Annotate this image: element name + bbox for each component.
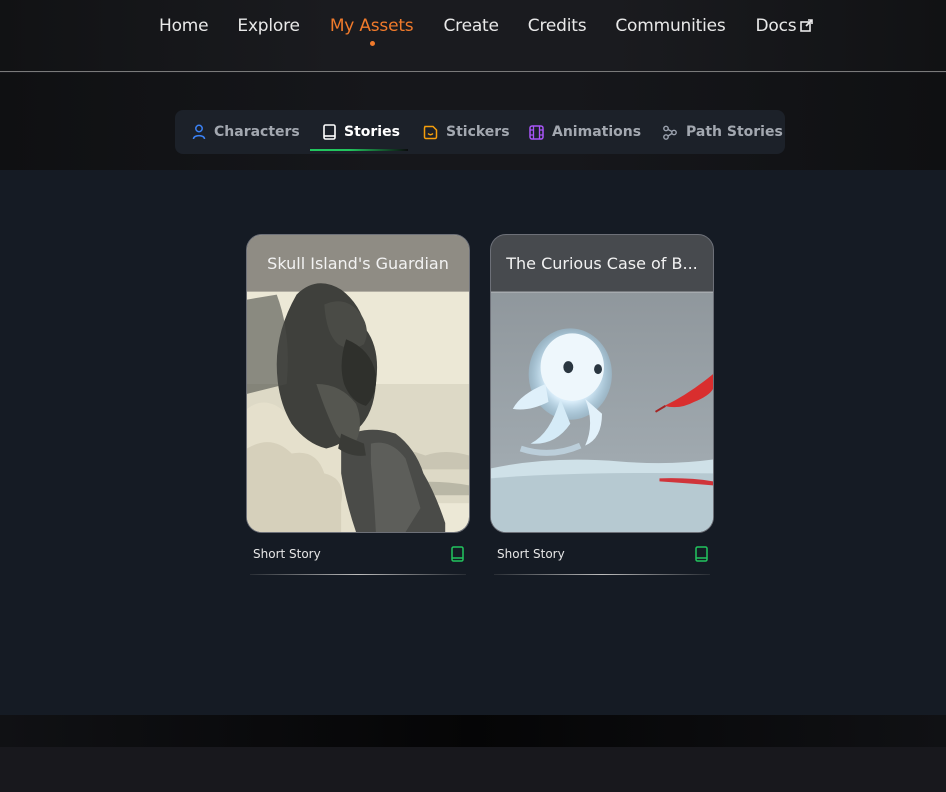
tab-stories[interactable]: Stories: [310, 110, 408, 154]
book-icon: [323, 124, 336, 140]
story-card-title: Skull Island's Guardian: [267, 254, 449, 273]
tab-stickers[interactable]: Stickers: [423, 110, 510, 154]
active-tab-underline: [310, 149, 408, 151]
card-divider: [494, 574, 710, 575]
story-card-cover[interactable]: The Curious Case of B...: [490, 234, 714, 533]
story-type-label: Short Story: [497, 547, 565, 561]
story-card-footer: Short Story: [246, 533, 470, 575]
card-divider: [250, 574, 466, 575]
story-card[interactable]: The Curious Case of B... Short Story: [490, 234, 714, 575]
story-card-footer: Short Story: [490, 533, 714, 575]
asset-type-tabs: Characters Stories Stickers Animations P…: [175, 110, 785, 154]
story-type-label: Short Story: [253, 547, 321, 561]
nav-explore[interactable]: Explore: [237, 16, 300, 36]
story-card[interactable]: Skull Island's Guardian Short Story: [246, 234, 470, 575]
tab-path-stories[interactable]: Path Stories: [662, 110, 783, 154]
nav-home[interactable]: Home: [159, 16, 209, 36]
nav-create[interactable]: Create: [443, 16, 498, 36]
external-link-icon: [800, 19, 814, 32]
top-navigation-bar: Home Explore My Assets Create Credits Co…: [0, 0, 946, 72]
book-icon[interactable]: [695, 546, 708, 562]
footer: [0, 747, 946, 792]
active-indicator-dot: [369, 41, 375, 46]
film-icon: [529, 124, 544, 140]
tab-animations[interactable]: Animations: [529, 110, 641, 154]
path-icon: [663, 125, 677, 140]
asset-tabs-band: Characters Stories Stickers Animations P…: [0, 73, 946, 170]
story-card-title: The Curious Case of B...: [506, 254, 698, 273]
footer-divider-strip: [0, 715, 946, 747]
nav-docs[interactable]: Docs: [756, 16, 814, 36]
book-icon[interactable]: [451, 546, 464, 562]
tab-characters[interactable]: Characters: [192, 110, 300, 154]
nav-my-assets[interactable]: My Assets: [330, 16, 414, 46]
main-nav: Home Explore My Assets Create Credits Co…: [159, 16, 814, 46]
user-icon: [192, 124, 206, 140]
sticker-icon: [423, 125, 438, 139]
assets-grid: Skull Island's Guardian Short Story The …: [0, 170, 946, 715]
nav-credits[interactable]: Credits: [528, 16, 587, 36]
story-card-cover[interactable]: Skull Island's Guardian: [246, 234, 470, 533]
nav-communities[interactable]: Communities: [615, 16, 725, 36]
